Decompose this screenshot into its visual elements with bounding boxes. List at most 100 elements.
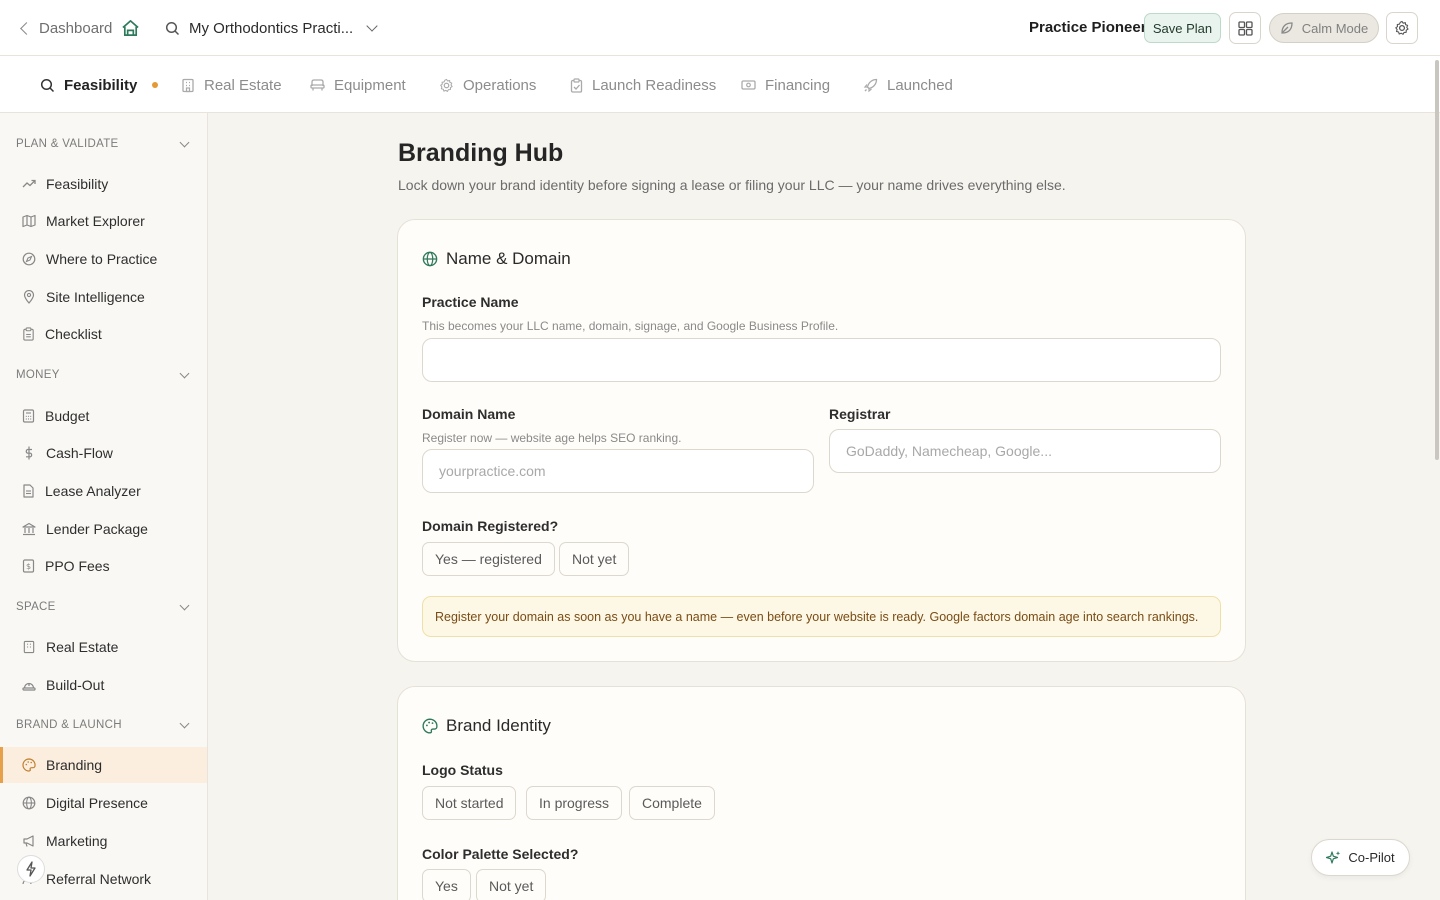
user-name: Practice Pioneer <box>1029 19 1147 36</box>
receipt-icon: $ <box>22 559 35 573</box>
chevron-down-icon <box>179 718 190 729</box>
scrollbar-thumb[interactable] <box>1435 60 1439 460</box>
page-title: Branding Hub <box>398 139 564 167</box>
tab-real-estate[interactable]: Real Estate <box>181 76 282 94</box>
domain-tip-note: Register your domain as soon as you have… <box>422 596 1221 637</box>
back-to-dashboard[interactable]: Dashboard <box>18 18 112 38</box>
section-header-space[interactable]: SPACE <box>16 600 192 615</box>
sidebar: PLAN & VALIDATE Feasibility Market Explo… <box>0 113 208 900</box>
chevron-down-icon <box>179 600 190 611</box>
sidebar-item-branding[interactable]: Branding <box>0 747 207 783</box>
sidebar-item-label: Site Intelligence <box>46 289 145 305</box>
trending-up-icon <box>22 179 36 188</box>
hard-hat-icon <box>22 682 36 691</box>
domain-registered-label: Domain Registered? <box>422 518 559 534</box>
sidebar-item-label: Real Estate <box>46 639 119 655</box>
sidebar-item-site-intelligence[interactable]: Site Intelligence <box>0 279 207 315</box>
card-title: Brand Identity <box>422 716 551 736</box>
brand-identity-card: Brand Identity Logo Status Not started I… <box>397 686 1246 900</box>
sidebar-item-market-explorer[interactable]: Market Explorer <box>0 203 207 239</box>
home-icon[interactable] <box>121 19 140 37</box>
project-selector[interactable]: My Orthodontics Practi... <box>165 18 378 38</box>
settings-button[interactable] <box>1386 12 1418 44</box>
section-header-money[interactable]: MONEY <box>16 368 192 383</box>
chevron-down-icon <box>179 137 190 148</box>
gear-icon <box>440 78 453 92</box>
tab-launched[interactable]: Launched <box>863 76 953 94</box>
sidebar-item-digital-presence[interactable]: Digital Presence <box>0 785 207 821</box>
sidebar-item-build-out[interactable]: Build-Out <box>0 667 207 703</box>
clipboard-check-icon <box>570 77 583 93</box>
domain-name-label: Domain Name <box>422 406 516 422</box>
sidebar-item-lender-package[interactable]: Lender Package <box>0 511 207 547</box>
option-in-progress[interactable]: In progress <box>526 786 623 820</box>
map-icon <box>22 214 36 228</box>
status-dot <box>152 82 159 88</box>
sidebar-item-label: Cash-Flow <box>46 445 113 461</box>
color-palette-label: Color Palette Selected? <box>422 846 579 862</box>
co-pilot-button[interactable]: Co-Pilot <box>1311 839 1410 876</box>
tab-operations[interactable]: Operations <box>439 76 536 94</box>
dollar-icon <box>25 446 33 460</box>
tab-label: Operations <box>463 76 537 94</box>
save-plan-button[interactable]: Save Plan <box>1144 13 1221 43</box>
sidebar-item-label: Digital Presence <box>46 795 148 811</box>
tab-financing[interactable]: Financing <box>741 76 830 94</box>
sidebar-item-label: Referral Network <box>46 871 152 887</box>
tab-label: Financing <box>765 76 831 94</box>
sidebar-item-budget[interactable]: Budget <box>0 398 207 434</box>
tab-feasibility[interactable]: Feasibility <box>40 76 159 94</box>
sidebar-item-cash-flow[interactable]: Cash-Flow <box>0 435 207 471</box>
palette-icon <box>22 758 36 772</box>
building-icon <box>182 78 194 92</box>
quick-actions-button[interactable] <box>17 855 45 883</box>
sidebar-item-feasibility[interactable]: Feasibility <box>0 166 207 202</box>
bank-icon <box>22 522 36 536</box>
section-header-brand-launch[interactable]: BRAND & LAUNCH <box>16 718 192 733</box>
compass-icon <box>22 252 36 266</box>
sidebar-item-ppo-fees[interactable]: $ PPO Fees <box>0 548 207 584</box>
sidebar-item-label: Where to Practice <box>46 251 158 267</box>
grid-view-button[interactable] <box>1229 12 1261 44</box>
calm-mode-toggle[interactable]: Calm Mode <box>1269 13 1379 43</box>
section-header-plan-validate[interactable]: PLAN & VALIDATE <box>16 137 192 152</box>
sidebar-item-checklist[interactable]: Checklist <box>0 316 207 352</box>
option-complete[interactable]: Complete <box>629 786 715 820</box>
sidebar-item-label: Checklist <box>45 326 102 342</box>
sidebar-item-label: Marketing <box>46 833 108 849</box>
lightning-icon <box>26 861 36 877</box>
option-not-yet[interactable]: Not yet <box>559 542 630 576</box>
option-yes[interactable]: Yes <box>422 869 471 900</box>
sidebar-item-real-estate[interactable]: Real Estate <box>0 629 207 665</box>
name-domain-card: Name & Domain Practice Name This becomes… <box>397 219 1246 662</box>
option-yes-registered[interactable]: Yes — registered <box>422 542 555 576</box>
section-title: PLAN & VALIDATE <box>16 138 119 150</box>
sidebar-item-lease-analyzer[interactable]: Lease Analyzer <box>0 473 207 509</box>
section-title: BRAND & LAUNCH <box>16 719 122 731</box>
top-bar: Dashboard My Orthodontics Practi... Prac… <box>0 0 1440 56</box>
sidebar-item-marketing[interactable]: Marketing <box>0 823 207 859</box>
option-not-started[interactable]: Not started <box>422 786 517 820</box>
sidebar-item-label: Market Explorer <box>46 213 145 229</box>
sidebar-item-label: Build-Out <box>46 677 105 693</box>
page-subtitle: Lock down your brand identity before sig… <box>398 177 1066 193</box>
sidebar-item-label: Budget <box>45 408 90 424</box>
sidebar-item-label: Lender Package <box>46 521 148 537</box>
globe-icon <box>422 251 438 267</box>
chevron-left-icon <box>20 21 33 35</box>
tab-equipment[interactable]: Equipment <box>310 76 406 94</box>
megaphone-icon <box>23 835 34 847</box>
practice-name-label: Practice Name <box>422 294 519 310</box>
registrar-input[interactable]: GoDaddy, Namecheap, Google... <box>829 429 1221 473</box>
sidebar-item-label: Lease Analyzer <box>45 483 141 499</box>
option-not-yet[interactable]: Not yet <box>476 869 547 900</box>
domain-name-input[interactable]: yourpractice.com <box>422 449 814 493</box>
project-name: My Orthodontics Practi... <box>189 19 354 37</box>
calm-mode-label: Calm Mode <box>1301 20 1369 36</box>
practice-name-input[interactable] <box>422 338 1221 382</box>
document-icon <box>23 484 34 498</box>
card-title-text: Name & Domain <box>446 249 571 268</box>
tab-label: Launch Readiness <box>592 76 717 94</box>
tab-launch-readiness[interactable]: Launch Readiness <box>570 76 716 94</box>
sidebar-item-where-to-practice[interactable]: Where to Practice <box>0 241 207 277</box>
